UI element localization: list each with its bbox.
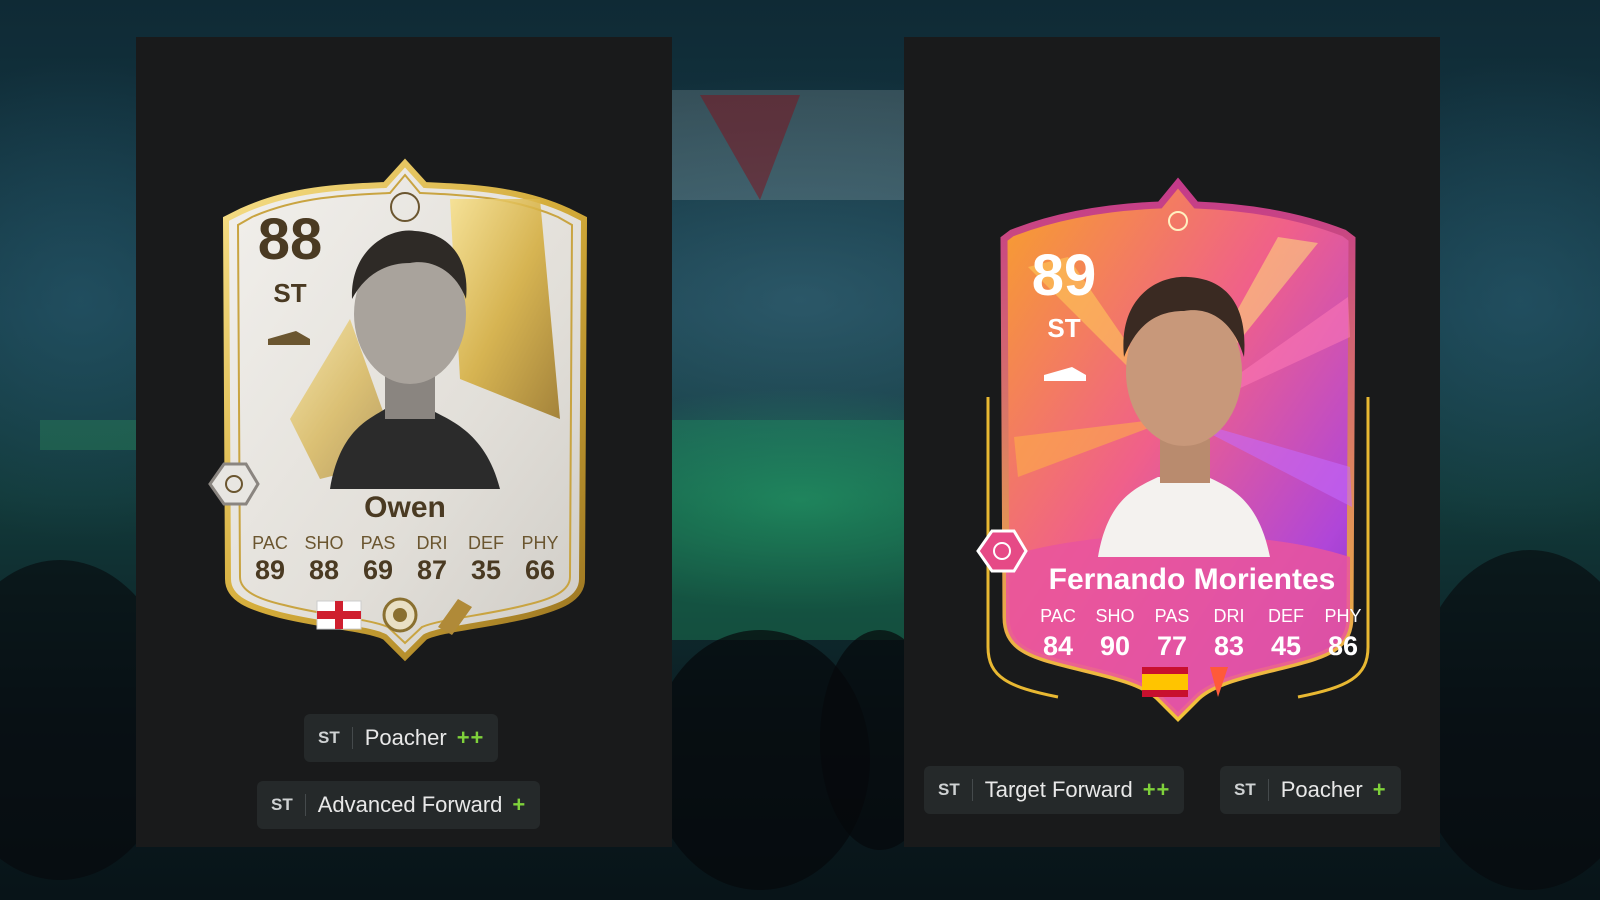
england-flag-icon [316, 600, 362, 630]
player-panel-owen: 88 ST Owen PAC 89 SHO 88 PAS 69 DRI 87 DEF 35 PHY 6… [136, 37, 672, 847]
icons-badge-icon [382, 597, 418, 633]
player-panel-morientes: 89 ST Fernando Morientes PAC 84 SHO 90 PAS 77… [904, 37, 1440, 847]
playstyle-name: Poacher [1280, 777, 1363, 802]
card-rating: 88 [258, 207, 323, 272]
stat-value-sho: 88 [309, 555, 339, 585]
playstyle-name: Poacher [364, 725, 447, 750]
playstyle-name: Target Forward [984, 777, 1133, 802]
stat-label-phy: PHY [1324, 606, 1361, 626]
stat-label-pas: PAS [1155, 606, 1190, 626]
card-position: ST [273, 278, 306, 308]
stat-label-dri: DRI [417, 533, 448, 553]
playstyle-plus: + [512, 792, 527, 817]
playstyle-advanced-forward[interactable]: ST Advanced Forward + [257, 781, 541, 829]
playstyle-name: Advanced Forward [317, 792, 503, 817]
stat-label-def: DEF [1268, 606, 1304, 626]
player-name: Owen [364, 491, 446, 524]
stat-value-pas: 77 [1157, 631, 1187, 661]
playstyle-plus: ++ [1142, 777, 1171, 802]
playstyle-poacher[interactable]: ST Poacher ++ [304, 714, 499, 762]
playstyle-poacher[interactable]: ST Poacher + [1220, 766, 1401, 814]
player-card-owen[interactable]: 88 ST Owen PAC89SHO88PAS69DRI87DEF35PHY6… [200, 158, 610, 669]
stat-value-sho: 90 [1100, 631, 1130, 661]
stat-value-phy: 66 [525, 555, 555, 585]
playstyle-plus: ++ [456, 725, 485, 750]
stat-label-pac: PAC [1040, 606, 1076, 626]
card-position: ST [1047, 313, 1080, 343]
stat-value-def: 45 [1271, 631, 1301, 661]
playstyle-position: ST [271, 794, 306, 816]
player-card-morientes[interactable]: 89 ST Fernando Morientes PAC 84 SHO 90 PAS 77… [948, 177, 1400, 737]
player-name: Fernando Morientes [1049, 563, 1336, 596]
playstyle-position: ST [1234, 779, 1269, 801]
stat-label-sho: SHO [304, 533, 343, 553]
stat-label-phy: PHY [521, 533, 558, 553]
stat-label-def: DEF [468, 533, 504, 553]
stat-value-def: 35 [471, 555, 501, 585]
playstyle-position: ST [318, 727, 353, 749]
stat-label-pac: PAC [252, 533, 288, 553]
stat-value-pac: 89 [255, 555, 285, 585]
stat-value-pas: 69 [363, 555, 393, 585]
stat-label-dri: DRI [1214, 606, 1245, 626]
playstyle-position: ST [938, 779, 973, 801]
stat-label-sho: SHO [1095, 606, 1134, 626]
icon-role-badge [208, 462, 260, 506]
spain-flag-icon [1142, 667, 1188, 697]
stat-label-pas: PAS [361, 533, 396, 553]
stat-value-phy: 86 [1328, 631, 1358, 661]
stat-value-dri: 87 [417, 555, 447, 585]
playstyle-plus: + [1372, 777, 1387, 802]
playstyle-target-forward[interactable]: ST Target Forward ++ [924, 766, 1185, 814]
role-badge-icon [976, 529, 1028, 573]
stat-value-pac: 84 [1043, 631, 1073, 661]
card-rating: 89 [1032, 243, 1097, 308]
stat-value-dri: 83 [1214, 631, 1244, 661]
